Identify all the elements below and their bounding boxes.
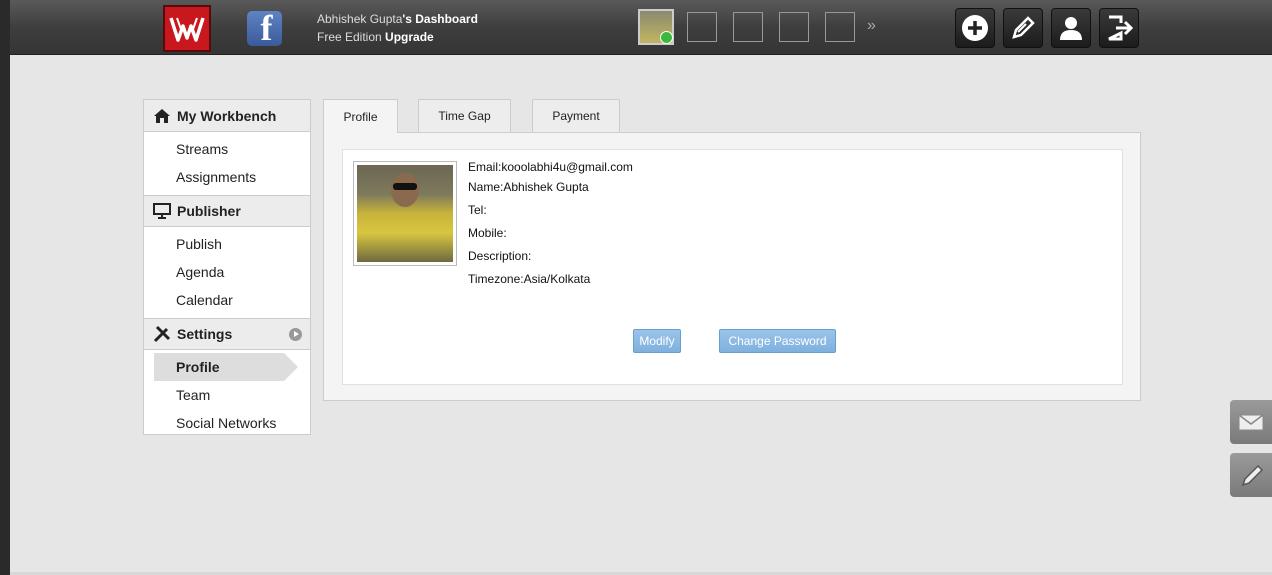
plus-circle-icon — [962, 15, 988, 41]
sidebar-item-profile[interactable]: Profile — [154, 353, 298, 381]
section-title: Publisher — [177, 203, 241, 219]
top-bar: f Abhishek Gupta's Dashboard Free Editio… — [10, 0, 1272, 55]
mobile-label: Mobile: — [468, 226, 507, 240]
sidebar-item-social-networks[interactable]: Social Networks — [144, 409, 310, 437]
sidebar-item-team[interactable]: Team — [144, 381, 310, 409]
account-slot[interactable] — [825, 12, 855, 42]
profile-photo-image — [357, 165, 453, 262]
account-slot[interactable] — [687, 12, 717, 42]
email-label: Email: — [468, 160, 502, 174]
pencil-icon — [1012, 16, 1035, 39]
account-avatar-active[interactable] — [638, 9, 674, 45]
sidebar-item-agenda[interactable]: Agenda — [144, 258, 310, 286]
logout-icon — [1108, 15, 1134, 41]
email-value: kooolabhi4u@gmail.com — [501, 160, 633, 174]
left-edge — [0, 0, 10, 575]
w-logo-icon — [169, 16, 205, 42]
name-label: Name: — [468, 180, 504, 194]
tel-row: Tel: — [468, 203, 633, 217]
section-my-workbench[interactable]: My Workbench — [144, 100, 310, 132]
sidebar-item-assignments[interactable]: Assignments — [144, 163, 310, 191]
tel-label: Tel: — [468, 203, 487, 217]
timezone-label: Timezone: — [468, 272, 524, 286]
profile-card: Email:kooolabhi4u@gmail.com Name:Abhishe… — [342, 149, 1123, 385]
section-publisher[interactable]: Publisher — [144, 195, 310, 227]
tab-time-gap[interactable]: Time Gap — [418, 99, 511, 132]
facebook-letter: f — [260, 11, 273, 46]
check-icon — [660, 31, 673, 44]
photo-sunglasses — [393, 183, 417, 190]
home-icon — [154, 108, 170, 123]
profile-button[interactable] — [1051, 8, 1091, 48]
add-button[interactable] — [955, 8, 995, 48]
profile-panel: Email:kooolabhi4u@gmail.com Name:Abhishe… — [323, 132, 1141, 401]
name-row: Name:Abhishek Gupta — [468, 180, 633, 194]
sidebar-item-calendar[interactable]: Calendar — [144, 286, 310, 314]
section-title: My Workbench — [177, 107, 277, 124]
account-slot[interactable] — [779, 12, 809, 42]
dashboard-suffix: 's Dashboard — [402, 12, 478, 26]
mobile-row: Mobile: — [468, 226, 633, 240]
name-value: Abhishek Gupta — [503, 180, 589, 194]
dashboard-title: Abhishek Gupta's Dashboard Free Edition … — [317, 10, 478, 46]
section-settings[interactable]: Settings — [144, 318, 310, 350]
section-title: Settings — [177, 326, 233, 342]
profile-info: Email:kooolabhi4u@gmail.com Name:Abhishe… — [468, 160, 633, 295]
logout-button[interactable] — [1099, 8, 1139, 48]
account-slot[interactable] — [733, 12, 763, 42]
pencil-icon — [1241, 464, 1264, 487]
description-row: Description: — [468, 249, 633, 263]
photo-head — [391, 173, 419, 207]
user-icon — [1060, 17, 1082, 40]
facebook-account-icon[interactable]: f — [247, 11, 282, 46]
sidebar: My Workbench Streams Assignments Publish… — [143, 99, 311, 435]
tab-payment[interactable]: Payment — [532, 99, 620, 132]
user-name: Abhishek Gupta — [317, 12, 403, 26]
sidebar-item-publish[interactable]: Publish — [144, 230, 310, 258]
timezone-row: Timezone:Asia/Kolkata — [468, 272, 633, 286]
email-row: Email:kooolabhi4u@gmail.com — [468, 160, 633, 174]
tools-icon — [153, 325, 171, 343]
more-accounts-icon[interactable]: » — [867, 17, 876, 35]
timezone-value: Asia/Kolkata — [523, 272, 591, 286]
monitor-icon — [153, 203, 171, 219]
edition-label: Free Edition — [317, 30, 382, 44]
edit-button[interactable] — [1003, 8, 1043, 48]
tab-profile[interactable]: Profile — [323, 99, 398, 133]
change-password-button[interactable]: Change Password — [719, 329, 836, 353]
upgrade-link[interactable]: Upgrade — [385, 30, 434, 44]
arrow-right-icon[interactable] — [289, 328, 302, 341]
envelope-icon — [1238, 414, 1264, 431]
sidebar-item-streams[interactable]: Streams — [144, 135, 310, 163]
profile-photo — [353, 161, 457, 266]
description-label: Description: — [468, 249, 532, 263]
messages-button[interactable] — [1230, 400, 1272, 444]
compose-button[interactable] — [1230, 453, 1272, 497]
modify-button[interactable]: Modify — [633, 329, 681, 353]
app-logo[interactable] — [163, 5, 211, 52]
